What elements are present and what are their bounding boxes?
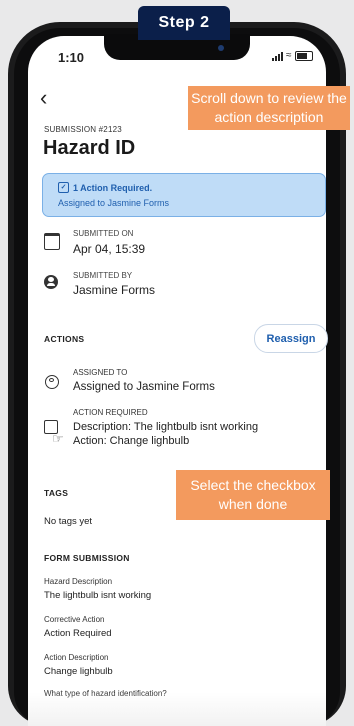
reassign-button[interactable]: Reassign — [254, 324, 328, 353]
assigned-to-label: ASSIGNED TO — [73, 368, 128, 377]
field-value: Change lighbulb — [44, 666, 113, 677]
pointer-cursor-icon: ☞ — [52, 431, 64, 446]
camera-dot — [218, 45, 224, 51]
person-icon — [44, 275, 58, 289]
back-chevron-icon[interactable]: ‹ — [40, 87, 47, 109]
action-description: Description: The lightbulb isnt working — [73, 421, 259, 433]
actions-header: ACTIONS — [44, 334, 85, 344]
signal-icon — [272, 51, 283, 61]
status-icons: ≈ — [272, 50, 313, 61]
field-value: The lightbulb isnt working — [44, 590, 152, 601]
field-label: Corrective Action — [44, 615, 105, 624]
wifi-icon: ≈ — [286, 50, 292, 61]
form-submission-header: FORM SUBMISSION — [44, 553, 130, 563]
field-label: Hazard Description — [44, 577, 113, 586]
bottom-fade — [28, 692, 326, 726]
page-title: Hazard ID — [43, 137, 136, 159]
calendar-icon — [44, 233, 60, 250]
tooltip-scroll: Scroll down to review the action descrip… — [188, 86, 350, 130]
tags-header: TAGS — [44, 488, 69, 498]
battery-icon — [294, 50, 313, 61]
alert-subtitle: Assigned to Jasmine Forms — [58, 198, 170, 208]
submitted-on-value: Apr 04, 15:39 — [73, 242, 146, 256]
submitted-on-label: SUBMITTED ON — [73, 229, 134, 238]
status-time: 1:10 — [58, 50, 85, 65]
field-label: Action Description — [44, 653, 109, 662]
action-required-alert — [42, 173, 326, 217]
action-text: Action: Change lighbulb — [73, 435, 190, 447]
submission-id: SUBMISSION #2123 — [44, 125, 122, 134]
field-value: Action Required — [44, 628, 112, 639]
user-circle-icon — [45, 375, 59, 389]
submitted-by-label: SUBMITTED BY — [73, 271, 133, 280]
alert-title: ✓ 1 Action Required. — [58, 182, 152, 193]
checkbox-checked-icon: ✓ — [58, 182, 69, 193]
tooltip-checkbox: Select the checkbox when done — [176, 470, 330, 520]
action-required-label: ACTION REQUIRED — [73, 408, 148, 417]
tags-empty: No tags yet — [44, 516, 93, 527]
alert-title-text: 1 Action Required. — [73, 182, 153, 193]
submitted-by-value: Jasmine Forms — [73, 283, 156, 297]
step-banner: Step 2 — [138, 6, 230, 40]
assigned-to-value: Assigned to Jasmine Forms — [73, 381, 215, 393]
